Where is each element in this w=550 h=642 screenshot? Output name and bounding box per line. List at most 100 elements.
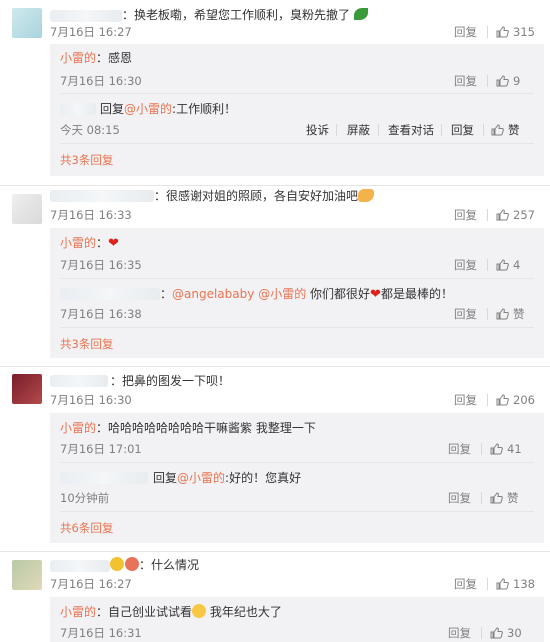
heart-icon: ❤ <box>370 287 381 302</box>
divider <box>336 124 337 136</box>
username-blurred[interactable] <box>50 560 110 572</box>
divider <box>487 578 488 590</box>
reply-text: 小雷的：哈哈哈哈哈哈哈哈干嘛酱紫 我整理一下 <box>60 421 316 435</box>
avatar[interactable] <box>12 560 42 590</box>
divider <box>481 443 482 455</box>
reply-time: 10分钟前 <box>60 491 110 505</box>
reply-time: 7月16日 16:30 <box>60 74 142 88</box>
thumb-up-icon <box>496 259 509 271</box>
comment-text: ：把鼻的图发一下呗！ <box>110 374 231 388</box>
divider <box>487 259 488 271</box>
like-button[interactable]: 206 <box>496 393 535 407</box>
reply-button[interactable]: 回复 <box>454 258 477 272</box>
reply-button[interactable]: 回复 <box>454 577 477 591</box>
comment-text: ：什么情况 <box>110 557 199 573</box>
reply-author[interactable]: 小雷的 <box>60 51 96 65</box>
username-blurred[interactable] <box>60 103 96 115</box>
divider <box>487 308 488 320</box>
reply-time: 7月16日 16:31 <box>60 626 142 640</box>
divider <box>441 124 442 136</box>
comment-time: 7月16日 16:27 <box>50 25 132 39</box>
divider <box>487 75 488 87</box>
thumb-up-icon <box>496 394 509 406</box>
reply-author[interactable]: 小雷的 <box>60 421 96 435</box>
like-button[interactable]: 30 <box>490 626 522 640</box>
mention-link[interactable]: @小雷的 <box>124 102 172 116</box>
comment-text: ：换老板嘞，希望您工作顺利，臭粉先撤了 <box>122 7 368 23</box>
divider <box>60 278 534 279</box>
like-button[interactable]: 315 <box>496 25 535 39</box>
divider <box>487 26 488 38</box>
reply-button[interactable]: 回复 <box>451 123 474 137</box>
muscle-emoji-icon <box>358 189 375 202</box>
reply-button[interactable]: 回复 <box>448 491 471 505</box>
reply-button[interactable]: 回复 <box>454 307 477 321</box>
reply-text: ：@angelababy @小雷的 你们都很好❤都是最棒的！ <box>160 287 453 302</box>
report-button[interactable]: 投诉 <box>306 123 329 137</box>
thumb-up-icon <box>496 26 509 38</box>
like-button[interactable]: 赞 <box>491 123 520 137</box>
divider <box>60 462 534 463</box>
smile-emoji-icon <box>192 604 207 618</box>
like-button[interactable]: 赞 <box>496 307 525 321</box>
like-button[interactable]: 257 <box>496 208 535 222</box>
comment-divider <box>0 366 550 367</box>
thumb-up-icon <box>496 209 509 221</box>
mention-link[interactable]: @angelababy <box>172 287 254 301</box>
comment-time: 7月16日 16:33 <box>50 208 132 222</box>
reply-author[interactable]: 小雷的 <box>60 236 96 250</box>
like-button[interactable]: 9 <box>496 74 520 88</box>
username-blurred[interactable] <box>50 10 122 22</box>
thumb-up-icon <box>490 627 503 639</box>
divider <box>60 93 534 94</box>
comment-time: 7月16日 16:27 <box>50 577 132 591</box>
like-button[interactable]: 赞 <box>490 491 519 505</box>
reply-text: 回复@小雷的:好的！您真好 <box>153 471 302 485</box>
thumb-up-icon <box>496 578 509 590</box>
thumb-up-icon <box>496 308 509 320</box>
more-replies-link[interactable]: 共3条回复 <box>60 337 113 351</box>
reply-time: 7月16日 16:35 <box>60 258 142 272</box>
reply-text: 小雷的：感恩 <box>60 51 133 65</box>
reply-button[interactable]: 回复 <box>454 25 477 39</box>
more-replies-link[interactable]: 共6条回复 <box>60 521 113 535</box>
like-button[interactable]: 4 <box>496 258 520 272</box>
username-blurred[interactable] <box>50 375 108 387</box>
reply-text: 小雷的：❤ <box>60 236 119 251</box>
avatar[interactable] <box>12 374 42 404</box>
like-button[interactable]: 41 <box>490 442 522 456</box>
divider <box>60 143 534 144</box>
like-button[interactable]: 138 <box>496 577 535 591</box>
avatar[interactable] <box>12 194 42 224</box>
thumb-up-icon <box>496 75 509 87</box>
thumb-up-icon <box>491 124 504 136</box>
avatar[interactable] <box>12 8 42 38</box>
reply-button[interactable]: 回复 <box>448 442 471 456</box>
mention-link[interactable]: @小雷的 <box>258 287 306 301</box>
divider <box>483 124 484 136</box>
more-replies-link[interactable]: 共3条回复 <box>60 153 113 167</box>
badge-icon <box>125 557 139 571</box>
thumb-up-icon <box>490 492 503 504</box>
reply-text: 回复@小雷的:工作顺利！ <box>100 102 237 116</box>
reply-button[interactable]: 回复 <box>454 393 477 407</box>
divider <box>60 327 534 328</box>
divider <box>487 394 488 406</box>
mention-link[interactable]: @小雷的 <box>177 471 225 485</box>
divider <box>487 209 488 221</box>
reply-time: 7月16日 17:01 <box>60 442 142 456</box>
comment-text: ：很感谢对姐的照顾，各自安好加油吧 <box>154 188 375 204</box>
comment-divider <box>0 185 550 186</box>
heart-icon: ❤ <box>108 236 119 251</box>
username-blurred[interactable] <box>60 472 148 484</box>
username-blurred[interactable] <box>60 288 160 300</box>
reply-text: 小雷的：自己创业试试看 我年纪也大了 <box>60 604 282 619</box>
username-blurred[interactable] <box>50 190 154 202</box>
reply-author[interactable]: 小雷的 <box>60 605 96 619</box>
thumb-up-icon <box>490 443 503 455</box>
block-button[interactable]: 屏蔽 <box>347 123 370 137</box>
reply-button[interactable]: 回复 <box>454 74 477 88</box>
reply-button[interactable]: 回复 <box>448 626 471 640</box>
reply-button[interactable]: 回复 <box>454 208 477 222</box>
view-conversation-button[interactable]: 查看对话 <box>388 123 434 137</box>
